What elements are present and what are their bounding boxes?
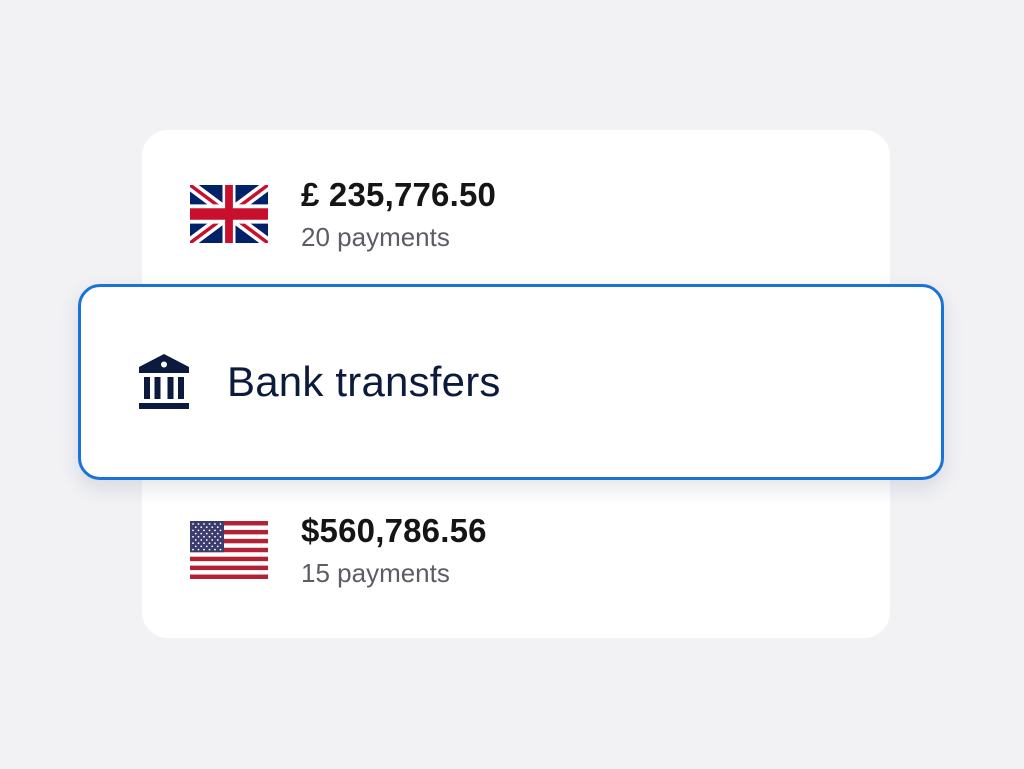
bank-icon xyxy=(139,354,189,409)
account-info: $560,786.56 15 payments xyxy=(301,512,487,588)
payments-count: 15 payments xyxy=(301,558,450,588)
account-amount: $560,786.56 xyxy=(301,512,487,549)
account-row-gbp[interactable]: £ 235,776.50 20 payments xyxy=(190,176,496,252)
account-info: £ 235,776.50 20 payments xyxy=(301,176,496,252)
uk-flag-icon xyxy=(190,185,268,243)
payments-count: 20 payments xyxy=(301,222,450,252)
account-row-usd[interactable]: $560,786.56 15 payments xyxy=(190,512,487,588)
bank-transfers-label: Bank transfers xyxy=(227,358,501,405)
bank-transfers-option[interactable]: Bank transfers xyxy=(78,284,944,480)
account-amount: £ 235,776.50 xyxy=(301,176,497,213)
us-flag-icon xyxy=(190,521,268,579)
